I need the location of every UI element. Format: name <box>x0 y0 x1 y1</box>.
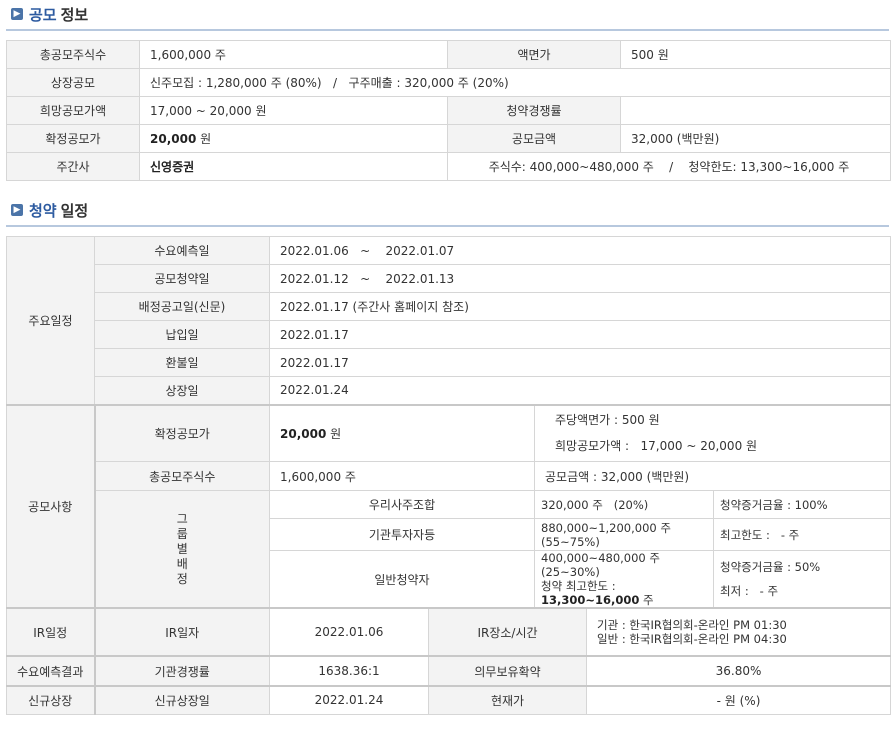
group-institution-shares: 880,000~1,200,000 주 (55~75%) <box>534 518 714 551</box>
group-institution-note: 최고한도 : - 주 <box>712 518 892 551</box>
inst-competition-value: 1638.36:1 <box>269 655 429 687</box>
lockup-label: 의무보유확약 <box>428 655 587 687</box>
underwriter-info: 주식수: 400,000~480,000 주 / 청약한도: 13,300~16… <box>447 152 891 181</box>
group-allocation-label: 그룹별배정 <box>93 490 270 609</box>
current-price-label: 현재가 <box>428 685 587 715</box>
schedule-row-value: 2022.01.17 (주간사 홈페이지 참조) <box>268 292 892 321</box>
listing-offer-label: 상장공모 <box>6 68 140 97</box>
demand-result-label: 수요예측결과 <box>6 655 95 687</box>
sched-final-price-label: 확정공모가 <box>93 404 270 462</box>
sched-total-shares-value: 1,600,000 주 <box>269 461 535 491</box>
schedule-row-value: 2022.01.24 <box>268 376 892 405</box>
schedule-title-highlight: 청약 <box>29 201 57 220</box>
hope-price-text: 희망공모가액 : 17,000 ~ 20,000 원 <box>555 439 758 454</box>
ir-place-label: IR장소/시간 <box>428 607 587 657</box>
group-employee-note: 청약증거금율 : 100% <box>712 490 892 519</box>
competition-value <box>620 96 891 125</box>
group-employee-shares: 320,000 주 (20%) <box>534 490 714 519</box>
group-institution-name: 기관투자자등 <box>269 518 535 551</box>
offering-title-rest: 정보 <box>60 5 89 24</box>
face-value-value: 500 원 <box>620 40 891 69</box>
sched-amount-text: 공모금액 : 32,000 (백만원) <box>533 461 892 491</box>
lockup-value: 36.80% <box>585 655 892 687</box>
listing-offer-value: 신주모집 : 1,280,000 주 (80%) / 구주매출 : 320,00… <box>139 68 891 97</box>
schedule-row-value: 2022.01.06 ~ 2022.01.07 <box>268 236 892 265</box>
offering-title-divider <box>6 29 889 31</box>
offering-section-title: ▶ 공모 정보 <box>11 4 88 24</box>
group-retail-notes: 청약증거금율 : 50% 최저 : - 주 <box>712 550 892 609</box>
hope-price-label: 희망공모가액 <box>6 96 140 125</box>
amount-value: 32,000 (백만원) <box>620 124 891 153</box>
offering-info-table: 총공모주식수 1,600,000 주 액면가 500 원 상장공모 신주모집 :… <box>6 40 891 181</box>
schedule-section-title: ▶ 청약 일정 <box>11 200 88 220</box>
group-employee-name: 우리사주조합 <box>269 490 535 519</box>
ir-date-label: IR일자 <box>93 607 270 657</box>
schedule-table: 주요일정 수요예측일 2022.01.06 ~ 2022.01.07 공모청약일… <box>6 236 892 715</box>
schedule-row-label: 수요예측일 <box>94 236 270 265</box>
schedule-row-value: 2022.01.17 <box>268 320 892 349</box>
current-price-value: - 원 (%) <box>585 685 892 715</box>
total-shares-label: 총공모주식수 <box>6 40 140 69</box>
hope-price-value: 17,000 ~ 20,000 원 <box>139 96 448 125</box>
competition-label: 청약경쟁률 <box>447 96 621 125</box>
amount-label: 공모금액 <box>447 124 621 153</box>
inst-competition-label: 기관경쟁률 <box>93 655 270 687</box>
ir-date-value: 2022.01.06 <box>269 607 429 657</box>
underwriter-value: 신영증권 <box>139 152 448 181</box>
main-schedule-label: 주요일정 <box>6 236 95 405</box>
face-value-text: 주당액면가 : 500 원 <box>555 413 660 428</box>
new-listing-date-value: 2022.01.24 <box>269 685 429 715</box>
group-retail-name: 일반청약자 <box>269 550 535 609</box>
schedule-row-label: 배정공고일(신문) <box>94 292 270 321</box>
sched-final-price-value: 20,000 원 <box>269 404 535 462</box>
total-shares-value: 1,600,000 주 <box>139 40 448 69</box>
underwriter-label: 주간사 <box>6 152 140 181</box>
ir-place-value: 기관 : 한국IR협의회-온라인 PM 01:30 일반 : 한국IR협의회-온… <box>585 607 892 657</box>
schedule-title-rest: 일정 <box>60 201 89 220</box>
new-listing-date-label: 신규상장일 <box>93 685 270 715</box>
new-listing-label: 신규상장 <box>6 685 95 715</box>
offer-details-label: 공모사항 <box>6 404 95 609</box>
ir-label: IR일정 <box>6 607 95 657</box>
schedule-row-label: 공모청약일 <box>94 264 270 293</box>
schedule-row-label: 상장일 <box>94 376 270 405</box>
offering-title-highlight: 공모 <box>29 5 57 24</box>
bullet-arrow-icon: ▶ <box>11 204 23 216</box>
group-retail-shares: 400,000~480,000 주 (25~30%) 청약 최고한도 : 13,… <box>534 550 714 609</box>
sched-total-shares-label: 총공모주식수 <box>93 461 270 491</box>
face-hope-price-cell: 주당액면가 : 500 원 희망공모가액 : 17,000 ~ 20,000 원 <box>533 404 892 462</box>
final-price-value: 20,000 원 <box>139 124 448 153</box>
face-value-label: 액면가 <box>447 40 621 69</box>
schedule-row-label: 환불일 <box>94 348 270 377</box>
schedule-row-label: 납입일 <box>94 320 270 349</box>
schedule-title-divider <box>6 225 889 227</box>
final-price-label: 확정공모가 <box>6 124 140 153</box>
bullet-arrow-icon: ▶ <box>11 8 23 20</box>
schedule-row-value: 2022.01.17 <box>268 348 892 377</box>
schedule-row-value: 2022.01.12 ~ 2022.01.13 <box>268 264 892 293</box>
